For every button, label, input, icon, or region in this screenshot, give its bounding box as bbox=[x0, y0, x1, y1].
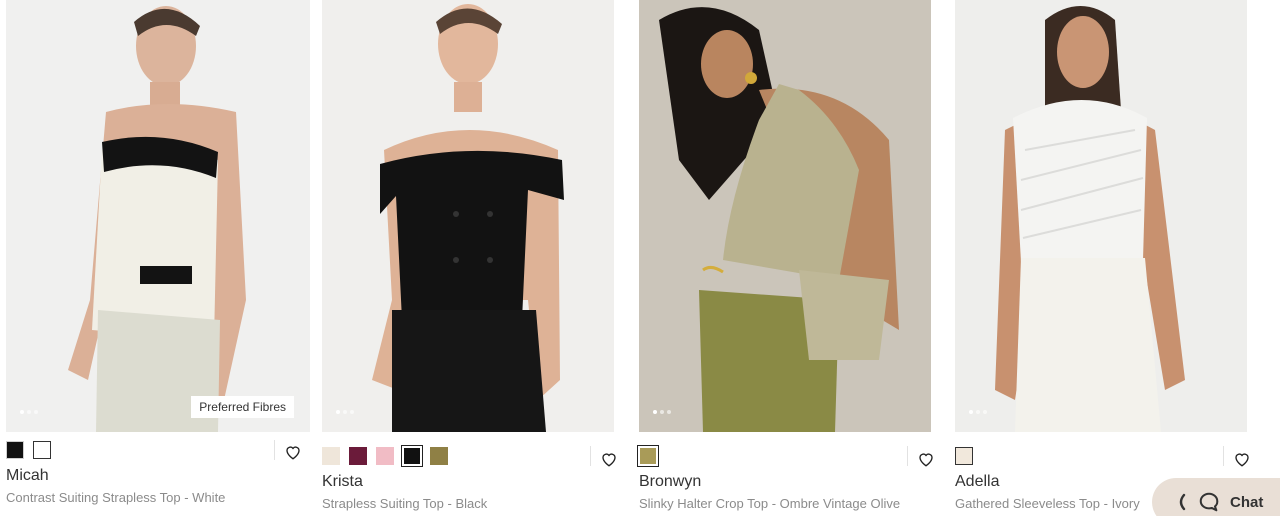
color-swatches bbox=[637, 445, 659, 467]
swatch-white[interactable] bbox=[33, 441, 51, 459]
swatch-olive-selected[interactable] bbox=[637, 445, 659, 467]
wishlist-heart-icon[interactable] bbox=[600, 450, 618, 468]
chat-button[interactable]: Chat bbox=[1152, 478, 1280, 516]
product-description[interactable]: Gathered Sleeveless Top - Ivory bbox=[955, 496, 1140, 511]
divider bbox=[590, 446, 591, 466]
product-grid: Preferred Fibres Micah Contrast Suiting … bbox=[0, 0, 1280, 516]
swatch-black-selected[interactable] bbox=[401, 445, 423, 467]
swatch-burgundy[interactable] bbox=[349, 447, 367, 465]
product-description[interactable]: Contrast Suiting Strapless Top - White bbox=[6, 490, 225, 505]
divider bbox=[1223, 446, 1224, 466]
product-description[interactable]: Strapless Suiting Top - Black bbox=[322, 496, 487, 511]
color-swatches bbox=[322, 445, 448, 467]
swatch-cream[interactable] bbox=[322, 447, 340, 465]
wishlist-heart-icon[interactable] bbox=[1233, 450, 1251, 468]
product-description[interactable]: Slinky Halter Crop Top - Ombre Vintage O… bbox=[639, 496, 900, 511]
swatch-olive[interactable] bbox=[430, 447, 448, 465]
preferred-fibres-badge: Preferred Fibres bbox=[191, 396, 294, 418]
image-carousel-dots[interactable] bbox=[336, 410, 354, 414]
divider bbox=[907, 446, 908, 466]
product-name[interactable]: Adella bbox=[955, 473, 999, 491]
chat-label: Chat bbox=[1230, 493, 1264, 511]
swatch-black[interactable] bbox=[6, 441, 24, 459]
color-swatches bbox=[6, 441, 51, 459]
collapse-chevron-icon[interactable] bbox=[1174, 492, 1188, 512]
swatch-ivory[interactable] bbox=[955, 447, 973, 465]
product-image[interactable]: Preferred Fibres bbox=[6, 0, 310, 432]
chat-bubble-icon bbox=[1199, 492, 1219, 512]
product-image[interactable] bbox=[955, 0, 1247, 432]
swatch-pink[interactable] bbox=[376, 447, 394, 465]
image-carousel-dots[interactable] bbox=[20, 410, 38, 414]
product-name[interactable]: Bronwyn bbox=[639, 473, 701, 491]
product-name[interactable]: Micah bbox=[6, 467, 49, 485]
wishlist-heart-icon[interactable] bbox=[284, 443, 302, 461]
product-image[interactable] bbox=[639, 0, 931, 432]
divider bbox=[274, 440, 275, 460]
image-carousel-dots[interactable] bbox=[969, 410, 987, 414]
color-swatches bbox=[955, 447, 973, 465]
wishlist-heart-icon[interactable] bbox=[917, 450, 935, 468]
product-name[interactable]: Krista bbox=[322, 473, 363, 491]
image-carousel-dots[interactable] bbox=[653, 410, 671, 414]
product-image[interactable] bbox=[322, 0, 614, 432]
